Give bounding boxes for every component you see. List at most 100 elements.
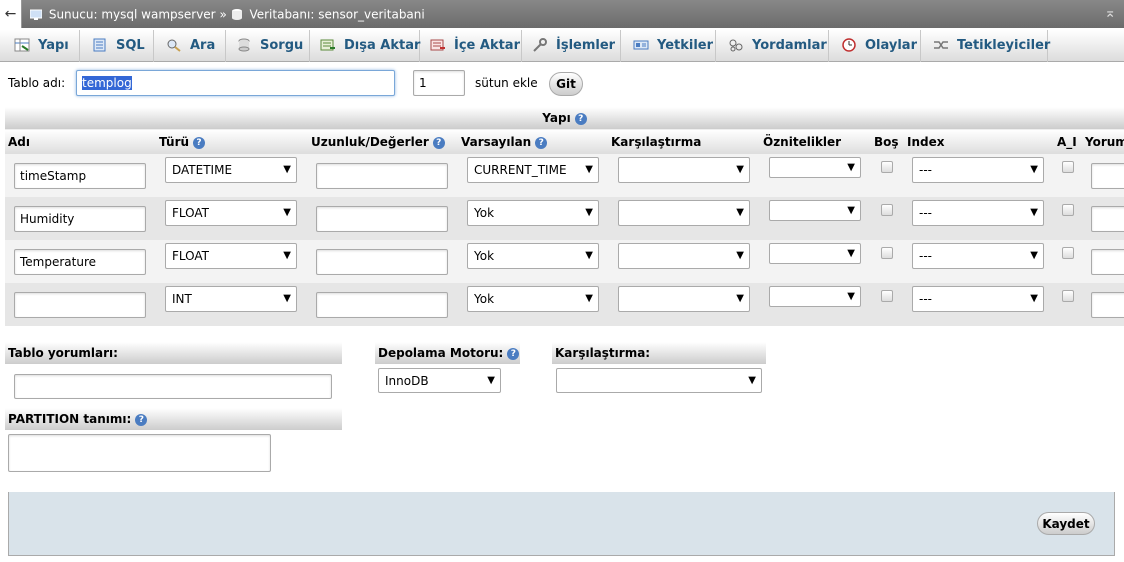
help-icon[interactable]: ?: [507, 347, 520, 360]
select-value: CURRENT_TIME: [474, 163, 567, 177]
tab-privileges[interactable]: Yetkiler: [621, 30, 716, 62]
back-arrow-icon[interactable]: ←: [0, 0, 22, 28]
column-default-select[interactable]: Yok ▼: [467, 243, 599, 269]
null-checkbox[interactable]: [881, 247, 893, 259]
tab-query[interactable]: Sorgu: [226, 30, 310, 62]
tab-export[interactable]: Dışa Aktar: [310, 30, 420, 62]
column-collation-select[interactable]: ▼: [618, 157, 750, 183]
table-comments-header: Tablo yorumları:: [5, 342, 342, 364]
collation-label: Karşılaştırma:: [555, 346, 651, 360]
null-checkbox[interactable]: [881, 161, 893, 173]
column-collation-select[interactable]: ▼: [618, 243, 750, 269]
storage-engine-select[interactable]: InnoDB ▼: [378, 368, 501, 393]
column-index-select[interactable]: --- ▼: [912, 286, 1044, 312]
chevron-down-icon: ▼: [585, 250, 593, 261]
go-button[interactable]: Git: [549, 72, 583, 96]
auto-increment-checkbox[interactable]: [1062, 204, 1074, 216]
save-button[interactable]: Kaydet: [1037, 512, 1095, 535]
breadcrumb-server-name[interactable]: mysql wampserver: [101, 8, 215, 22]
column-comment-input[interactable]: [1091, 206, 1124, 232]
tab-sql[interactable]: SQL: [80, 30, 154, 62]
column-default-select[interactable]: Yok ▼: [467, 286, 599, 312]
help-icon[interactable]: ?: [574, 112, 587, 125]
column-index-select[interactable]: --- ▼: [912, 243, 1044, 269]
collapse-icon[interactable]: ⌅: [1104, 5, 1116, 21]
chevron-down-icon: ▼: [847, 291, 855, 302]
column-type-select[interactable]: FLOAT ▼: [165, 200, 297, 226]
null-checkbox[interactable]: [881, 290, 893, 302]
column-name-input[interactable]: timeStamp: [14, 163, 146, 189]
auto-increment-checkbox[interactable]: [1062, 247, 1074, 259]
help-icon[interactable]: ?: [535, 136, 548, 149]
tab-label: İçe Aktar: [454, 38, 520, 53]
server-icon: [30, 9, 42, 20]
help-icon[interactable]: ?: [135, 413, 148, 426]
column-collation-select[interactable]: ▼: [618, 286, 750, 312]
chevron-down-icon: ▼: [736, 207, 744, 218]
help-icon[interactable]: ?: [193, 136, 206, 149]
tab-search[interactable]: Ara: [154, 30, 226, 62]
select-value: FLOAT: [172, 206, 210, 220]
partition-textarea[interactable]: [8, 434, 271, 472]
chevron-down-icon: ▼: [585, 164, 593, 175]
breadcrumb-db-name[interactable]: sensor_veritabani: [318, 8, 425, 22]
structure-header: Yapı?: [5, 107, 1124, 129]
tab-import[interactable]: İçe Aktar: [420, 30, 522, 62]
column-header-label: Varsayılan: [461, 135, 532, 149]
tab-structure[interactable]: Yapı: [0, 30, 80, 62]
triggers-icon: [934, 40, 948, 49]
chevron-down-icon: ▼: [585, 207, 593, 218]
auto-increment-checkbox[interactable]: [1062, 161, 1074, 173]
column-header-attributes: Öznitelikler: [760, 130, 871, 154]
table-comments-input[interactable]: [14, 374, 332, 399]
tab-label: İşlemler: [556, 38, 616, 53]
null-checkbox[interactable]: [881, 204, 893, 216]
help-icon[interactable]: ?: [432, 136, 445, 149]
tab-triggers[interactable]: Tetikleyiciler: [921, 30, 1051, 62]
column-length-input[interactable]: [316, 249, 448, 275]
column-name-input[interactable]: [14, 292, 146, 318]
column-header-label: Yorum: [1085, 135, 1124, 149]
tab-label: Yapı: [38, 38, 69, 53]
column-default-select[interactable]: CURRENT_TIME ▼: [467, 157, 599, 183]
column-attributes-select[interactable]: ▼: [769, 286, 861, 307]
column-default-select[interactable]: Yok ▼: [467, 200, 599, 226]
breadcrumb-db-label[interactable]: Veritabanı:: [249, 8, 314, 22]
column-comment-input[interactable]: [1091, 292, 1124, 318]
column-comment-input[interactable]: [1091, 249, 1124, 275]
table-name-input[interactable]: templog: [76, 70, 395, 96]
tab-routines[interactable]: Yordamlar: [716, 30, 829, 62]
table-collation-select[interactable]: ▼: [556, 368, 762, 393]
column-comment-input[interactable]: [1091, 163, 1124, 189]
tab-label: Sorgu: [260, 38, 304, 53]
chevron-down-icon: ▼: [1030, 293, 1038, 304]
table-name-value: templog: [82, 76, 132, 90]
chevron-down-icon: ▼: [736, 164, 744, 175]
column-index-select[interactable]: --- ▼: [912, 200, 1044, 226]
add-columns-count-input[interactable]: 1: [413, 70, 465, 96]
auto-increment-checkbox[interactable]: [1062, 290, 1074, 302]
column-attributes-select[interactable]: ▼: [769, 200, 861, 221]
column-name-input[interactable]: Temperature: [14, 249, 146, 275]
column-attributes-select[interactable]: ▼: [769, 157, 861, 178]
chevron-down-icon: ▼: [487, 375, 495, 386]
column-attributes-select[interactable]: ▼: [769, 243, 861, 264]
chevron-down-icon: ▼: [736, 250, 744, 261]
column-type-select[interactable]: INT ▼: [165, 286, 297, 312]
tab-label: Tetikleyiciler: [957, 38, 1051, 53]
column-length-input[interactable]: [316, 206, 448, 232]
column-index-select[interactable]: --- ▼: [912, 157, 1044, 183]
breadcrumb-server-label[interactable]: Sunucu:: [49, 8, 98, 22]
column-type-select[interactable]: FLOAT ▼: [165, 243, 297, 269]
column-header-ai: A_I: [1054, 130, 1082, 154]
select-value: Yok: [474, 206, 495, 220]
select-value: ---: [919, 163, 932, 177]
column-length-input[interactable]: [316, 292, 448, 318]
tab-label: SQL: [116, 38, 145, 53]
column-type-select[interactable]: DATETIME ▼: [165, 157, 297, 183]
column-length-input[interactable]: [316, 163, 448, 189]
column-name-input[interactable]: Humidity: [14, 206, 146, 232]
tab-events[interactable]: Olaylar: [829, 30, 921, 62]
tab-operations[interactable]: İşlemler: [522, 30, 621, 62]
column-collation-select[interactable]: ▼: [618, 200, 750, 226]
